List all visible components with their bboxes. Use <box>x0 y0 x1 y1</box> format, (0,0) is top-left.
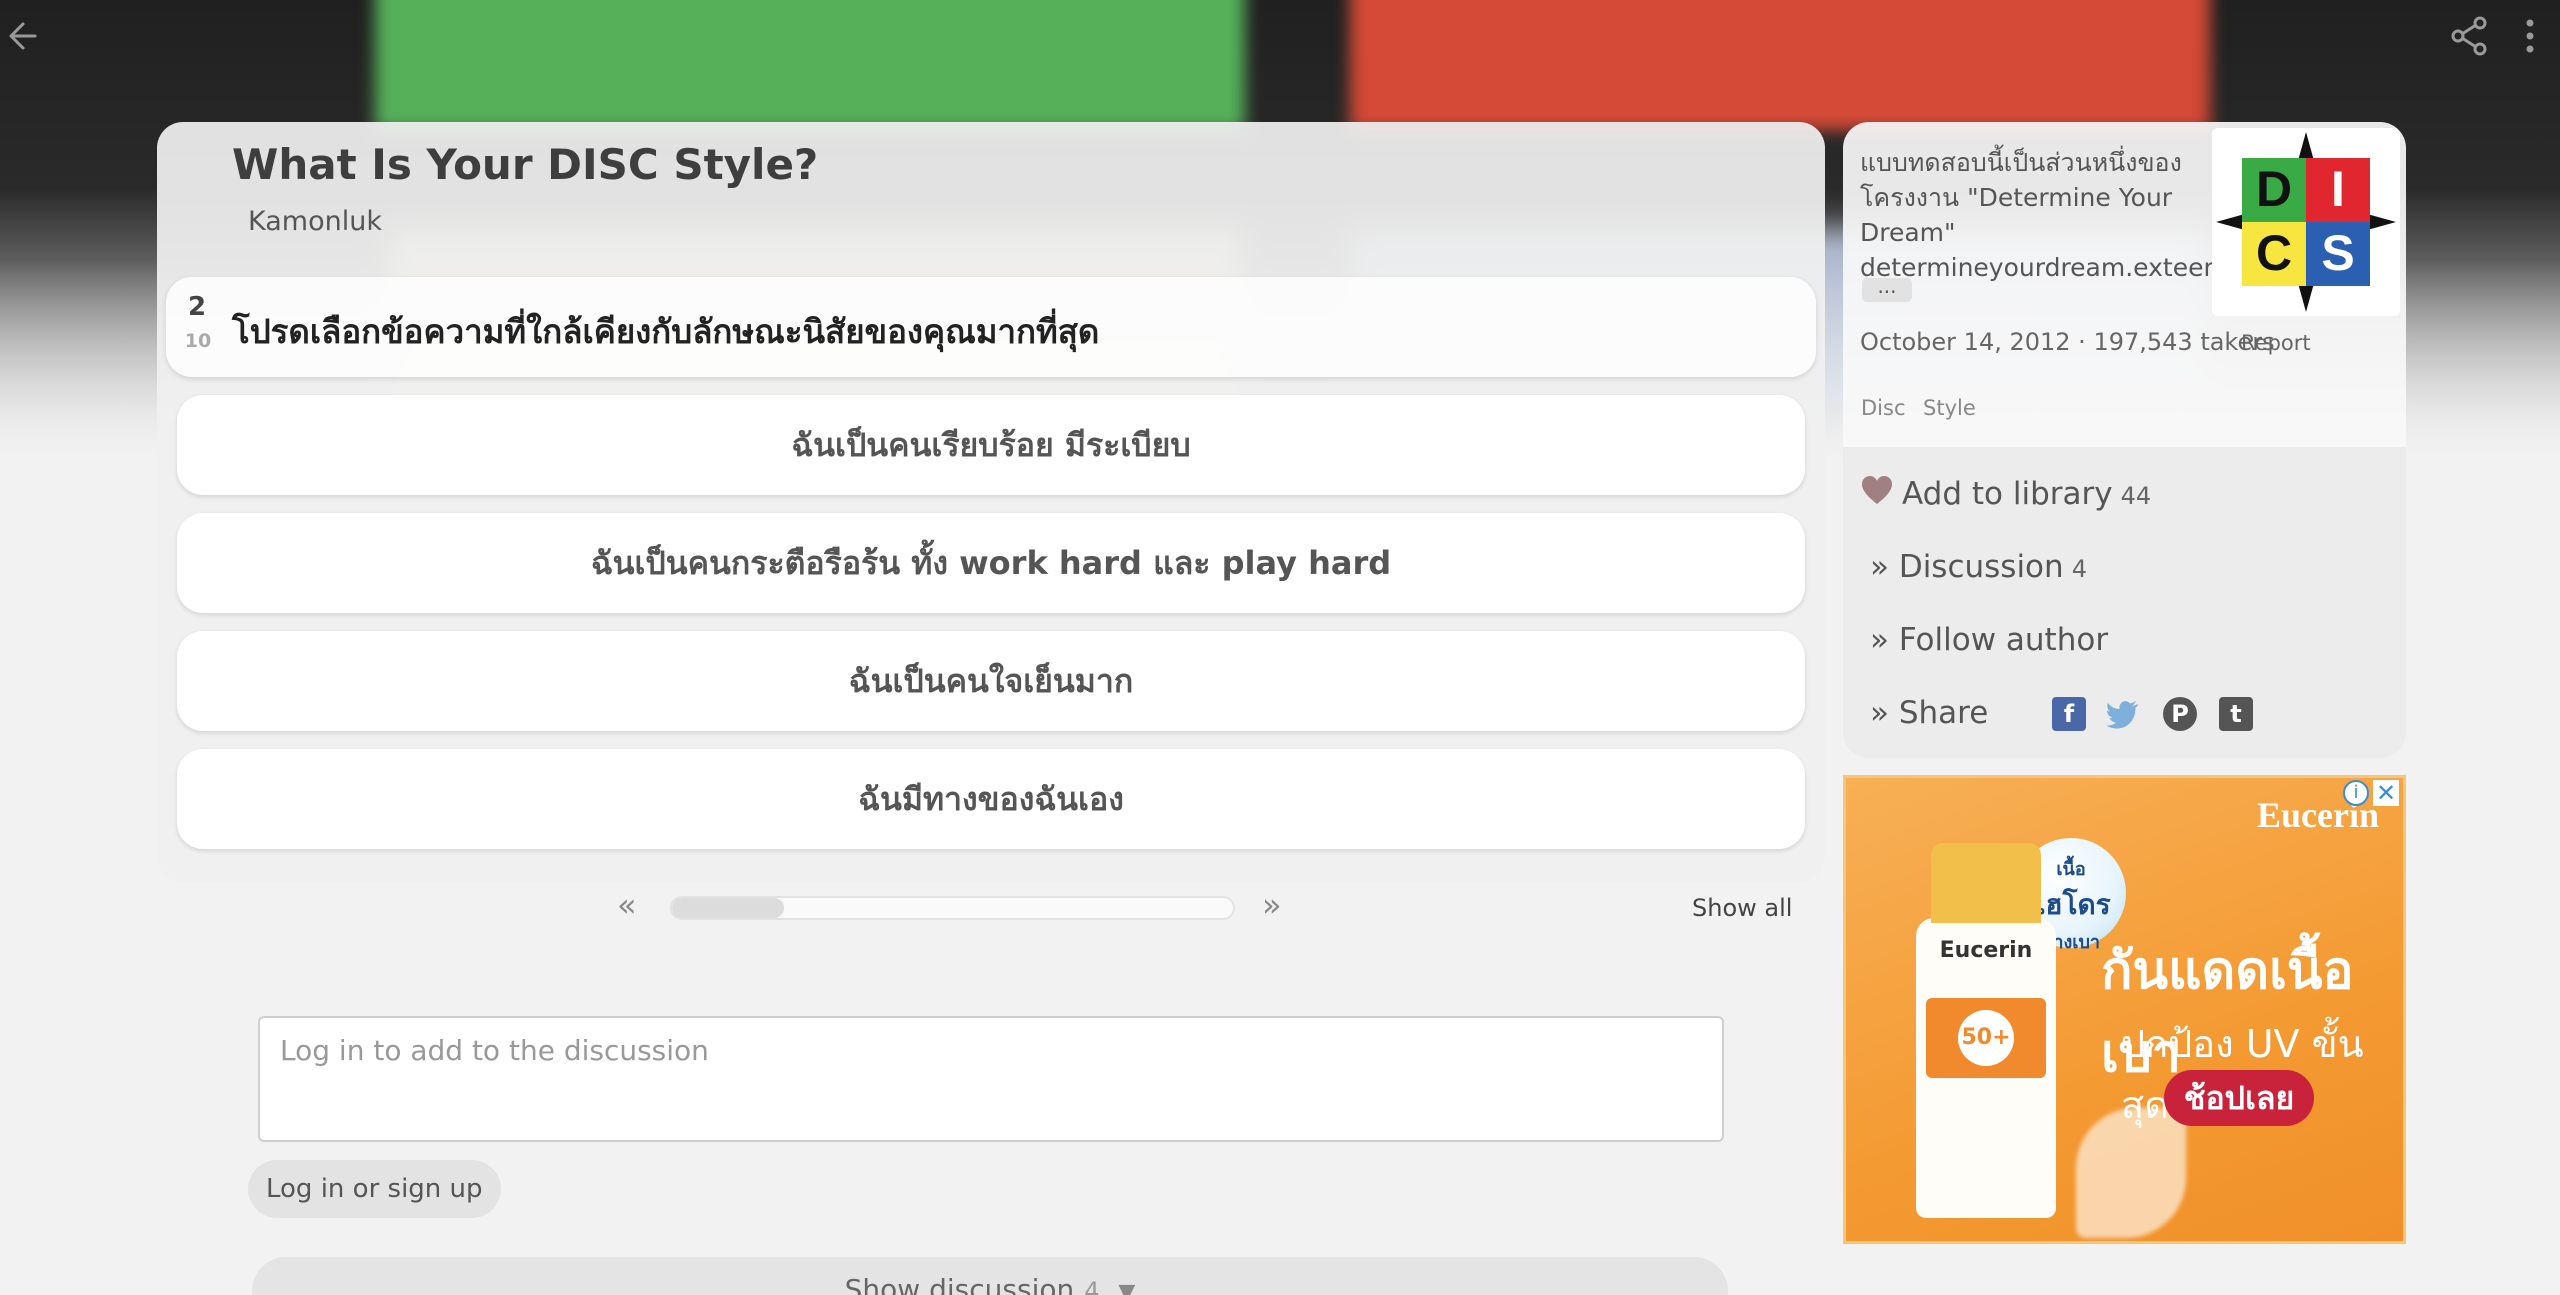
question-total: 10 <box>184 330 212 352</box>
login-signup-button[interactable]: Log in or sign up <box>248 1160 501 1218</box>
show-discussion-count: 4 <box>1084 1277 1100 1295</box>
quiz-description: แบบทดสอบนี้เป็นส่วนหนึ่งของโครงงาน "Dete… <box>1860 148 2242 282</box>
more-vertical-icon[interactable] <box>2515 14 2545 58</box>
quiz-progress-fill <box>672 898 785 918</box>
show-discussion-label: Show discussion <box>844 1273 1075 1295</box>
ad-info-icon[interactable]: i <box>2343 780 2369 806</box>
ad-bottle-brand: Eucerin <box>1939 938 2033 963</box>
heart-icon[interactable] <box>1860 474 1894 508</box>
next-question-button[interactable]: » <box>1262 886 1282 924</box>
answer-option-4[interactable]: ฉันมีทางของฉันเอง <box>177 749 1805 849</box>
question-text: โปรดเลือกข้อความที่ใกล้เคียงกับลักษณะนิส… <box>232 312 1100 351</box>
svg-text:C: C <box>2256 225 2292 281</box>
add-to-library-button[interactable]: Add to library 44 <box>1902 476 2151 512</box>
add-to-library-label: Add to library <box>1902 476 2113 512</box>
svg-text:S: S <box>2321 225 2354 281</box>
question-number: 2 <box>187 292 207 322</box>
quiz-title: What Is Your DISC Style? <box>232 140 819 189</box>
ad-close-icon[interactable]: ✕ <box>2373 780 2399 806</box>
description-more-button[interactable]: ... <box>1862 276 1912 302</box>
report-link[interactable]: Report <box>2241 331 2311 355</box>
ad-bottle-spf: 50+ <box>1958 1010 2014 1066</box>
previous-question-button[interactable]: « <box>617 886 637 924</box>
discussion-count: 4 <box>2071 555 2087 583</box>
tag-style[interactable]: Style <box>1923 396 1976 420</box>
ad-product-bottle: Eucerin 50+ <box>1916 843 2056 1218</box>
tumblr-icon[interactable]: t <box>2219 697 2253 731</box>
svg-text:D: D <box>2256 161 2292 217</box>
twitter-icon[interactable] <box>2106 697 2140 731</box>
quiz-meta: October 14, 2012 · 197,543 takers <box>1860 328 2275 356</box>
pinterest-icon[interactable]: P <box>2163 697 2197 731</box>
quiz-progress-bar <box>670 896 1235 920</box>
disc-logo: D I C S <box>2212 128 2400 316</box>
discussion-link[interactable]: » Discussion 4 <box>1870 549 2087 585</box>
back-arrow-icon[interactable] <box>5 14 49 58</box>
answer-option-1[interactable]: ฉันเป็นคนเรียบร้อย มีระเบียบ <box>177 395 1805 495</box>
show-discussion-button[interactable]: Show discussion 4 ▼ <box>252 1257 1728 1295</box>
answer-option-2[interactable]: ฉันเป็นคนกระตือรือร้น ทั้ง work hard และ… <box>177 513 1805 613</box>
answer-option-3[interactable]: ฉันเป็นคนใจเย็นมาก <box>177 631 1805 731</box>
discussion-input[interactable] <box>258 1016 1724 1142</box>
follow-author-link[interactable]: » Follow author <box>1870 622 2108 658</box>
chevron-down-icon: ▼ <box>1118 1280 1136 1295</box>
discussion-link-label: » Discussion <box>1870 549 2064 585</box>
share-label: » Share <box>1870 695 1989 731</box>
advertisement[interactable]: Eucerin เนื้อ ไฮโดร บางเบา Eucerin 50+ ก… <box>1843 775 2406 1244</box>
quiz-author[interactable]: Kamonluk <box>248 206 382 237</box>
ad-shop-button[interactable]: ช้อปเลย <box>2164 1070 2314 1126</box>
library-count: 44 <box>2120 482 2152 510</box>
facebook-icon[interactable]: f <box>2052 697 2086 731</box>
tag-disc[interactable]: Disc <box>1861 396 1906 420</box>
share-icon[interactable] <box>2448 14 2492 58</box>
show-all-link[interactable]: Show all <box>1692 894 1792 922</box>
svg-text:I: I <box>2331 161 2345 217</box>
